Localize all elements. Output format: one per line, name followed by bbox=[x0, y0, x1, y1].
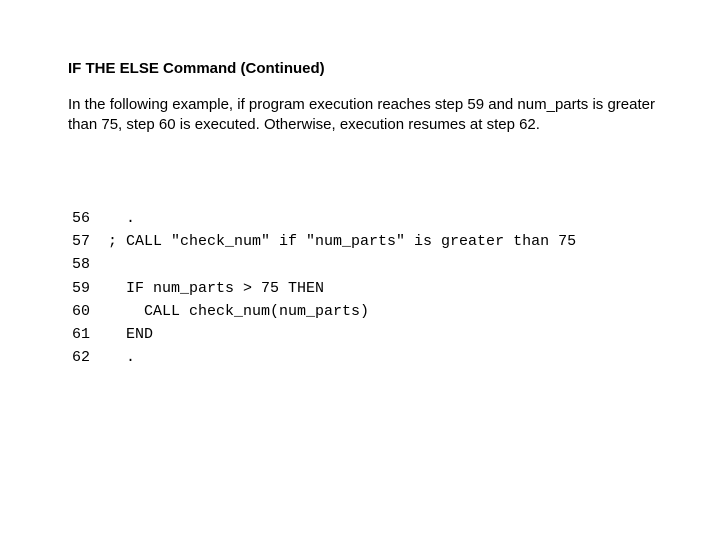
line-number: 58 bbox=[56, 253, 90, 276]
section-heading: IF THE ELSE Command (Continued) bbox=[68, 60, 660, 77]
line-number: 60 bbox=[56, 300, 90, 323]
line-number: 61 bbox=[56, 323, 90, 346]
code-line: 62 . bbox=[56, 349, 135, 366]
line-text: IF num_parts > 75 THEN bbox=[108, 280, 324, 297]
line-number: 62 bbox=[56, 346, 90, 369]
line-text: ; CALL "check_num" if "num_parts" is gre… bbox=[108, 233, 576, 250]
code-line: 58 bbox=[56, 256, 108, 273]
code-line: 57 ; CALL "check_num" if "num_parts" is g… bbox=[56, 233, 576, 250]
line-text: END bbox=[108, 326, 153, 343]
line-number: 57 bbox=[56, 230, 90, 253]
code-line: 60 CALL check_num(num_parts) bbox=[56, 303, 369, 320]
line-text: . bbox=[108, 210, 135, 227]
line-number: 59 bbox=[56, 277, 90, 300]
code-line: 56 . bbox=[56, 210, 135, 227]
document-page: IF THE ELSE Command (Continued) In the f… bbox=[0, 0, 720, 393]
code-line: 61 END bbox=[56, 326, 153, 343]
code-line: 59 IF num_parts > 75 THEN bbox=[56, 280, 324, 297]
code-listing: 56 . 57 ; CALL "check_num" if "num_parts"… bbox=[56, 184, 660, 393]
line-text: CALL check_num(num_parts) bbox=[108, 303, 369, 320]
line-text: . bbox=[108, 349, 135, 366]
intro-paragraph: In the following example, if program exe… bbox=[68, 95, 660, 136]
line-number: 56 bbox=[56, 207, 90, 230]
